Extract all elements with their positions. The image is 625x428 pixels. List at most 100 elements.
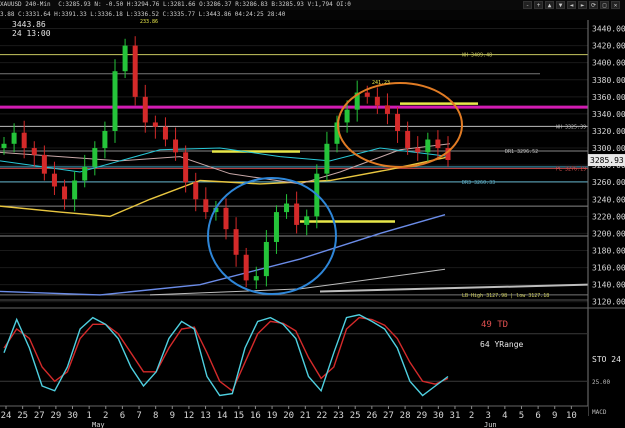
time-tick-label: 25: [17, 411, 28, 421]
candle-down: [243, 254, 249, 281]
candle-down: [374, 96, 380, 106]
time-tick-label: 30: [433, 411, 444, 421]
time-tick-label: 29: [416, 411, 427, 421]
price-axis-label: 3220.00: [592, 212, 625, 221]
time-tick-label: 27: [383, 411, 394, 421]
time-tick-label: 3: [486, 411, 491, 421]
candle-down: [384, 105, 390, 114]
candle-up: [284, 203, 290, 213]
time-tick-label: 25: [350, 411, 361, 421]
price-axis-label: 3360.00: [592, 93, 625, 102]
price-axis-label: 3140.00: [592, 281, 625, 290]
time-tick-label: 2: [103, 411, 108, 421]
time-tick-label: 20: [283, 411, 294, 421]
candle-up: [92, 148, 98, 167]
time-tick-label: 16: [250, 411, 261, 421]
time-tick-label: 26: [366, 411, 377, 421]
ma-white-right: [319, 283, 589, 293]
time-tick-label: 27: [34, 411, 45, 421]
candle-up: [324, 143, 330, 174]
time-tick-label: 10: [566, 411, 577, 421]
candle-up: [1, 143, 7, 149]
time-tick-label: 29: [50, 411, 61, 421]
price-axis-label: 3340.00: [592, 110, 625, 119]
candle-up: [304, 216, 310, 225]
candle-down: [223, 207, 229, 230]
candle-down: [395, 113, 401, 131]
time-tick-label: 5: [519, 411, 524, 421]
candle-up: [11, 132, 17, 144]
candle-up: [112, 71, 118, 131]
dr3-label: DR3 3260.33: [462, 180, 495, 186]
price-axis-label: 3260.00: [592, 178, 625, 187]
time-tick-label: 9: [170, 411, 175, 421]
time-tick-label: 21: [300, 411, 311, 421]
candle-up: [253, 276, 259, 281]
candle-up: [263, 241, 269, 277]
time-tick-label: 23: [333, 411, 344, 421]
candle-down: [233, 229, 239, 255]
price-axis-label: 3420.00: [592, 42, 625, 51]
top2-label: 241.23: [372, 80, 390, 86]
candle-up: [102, 130, 108, 149]
candle-down: [152, 122, 158, 127]
wh-label: WH 3325.39: [556, 124, 586, 130]
candle-down: [183, 152, 189, 183]
pl-label: PL 3276.19: [556, 166, 586, 172]
candle-down: [203, 199, 209, 213]
time-tick-label: 7: [136, 411, 141, 421]
time-tick-label: 24: [1, 411, 12, 421]
candle-down: [162, 126, 168, 140]
candle-up: [122, 45, 128, 72]
candle-up: [344, 109, 350, 123]
time-tick-label: 13: [200, 411, 211, 421]
stoch-25-label: 25.00: [592, 379, 610, 386]
candle-down: [62, 186, 68, 200]
time-tick-label: 2: [469, 411, 474, 421]
price-axis-label: 3200.00: [592, 229, 625, 238]
candle-up: [72, 180, 78, 200]
time-tick-label: 19: [267, 411, 278, 421]
price-axis-label: 3160.00: [592, 264, 625, 273]
price-axis-label: 3320.00: [592, 127, 625, 136]
time-tick-label: 1: [86, 411, 91, 421]
peak-label: 233.86: [140, 19, 158, 25]
ma-blue: [0, 213, 446, 296]
candle-down: [193, 182, 199, 200]
candle-down: [21, 132, 27, 149]
yrange-label: 64 YRange: [480, 340, 524, 349]
price-chart[interactable]: 3440.00 3420.00 3400.00 3380.00 3360.00 3340.…: [0, 0, 625, 428]
time-tick-label: 6: [535, 411, 540, 421]
candle-up: [82, 166, 88, 181]
sto-label: STO 24: [592, 355, 621, 364]
lb-high-label: LB High 3127.98 | low 3127.18: [462, 293, 549, 299]
time-tick-label: 28: [400, 411, 411, 421]
dr1-label: DR1 3296.52: [505, 149, 538, 155]
stoch-d-line: [3, 316, 449, 392]
candle-up: [425, 139, 431, 153]
ma-pink: [0, 143, 451, 185]
month-label-may: May: [92, 421, 105, 428]
candle-down: [132, 45, 138, 97]
candle-down: [31, 148, 37, 155]
td-label: 49 TD: [481, 320, 508, 330]
time-tick-label: 8: [153, 411, 158, 421]
time-tick-label: 22: [317, 411, 328, 421]
macd-label: MACD: [592, 409, 607, 416]
time-tick-label: 14: [217, 411, 228, 421]
candle-down: [415, 148, 421, 153]
price-axis-label: 3400.00: [592, 59, 625, 68]
price-axis-label: 3380.00: [592, 76, 625, 85]
time-tick-label: 9: [552, 411, 557, 421]
price-axis-label: 3120.00: [592, 298, 625, 307]
ma-grey: [149, 268, 446, 296]
candle-down: [435, 139, 441, 149]
candle-down: [51, 173, 57, 187]
candle-up: [273, 212, 279, 242]
candle-down: [405, 130, 411, 149]
time-tick-label: 30: [67, 411, 78, 421]
wh-high-label: WH 3409.48: [462, 53, 492, 59]
time-tick-label: 15: [233, 411, 244, 421]
month-label-jun: Jun: [484, 421, 497, 428]
price-axis-label: 3240.00: [592, 195, 625, 204]
